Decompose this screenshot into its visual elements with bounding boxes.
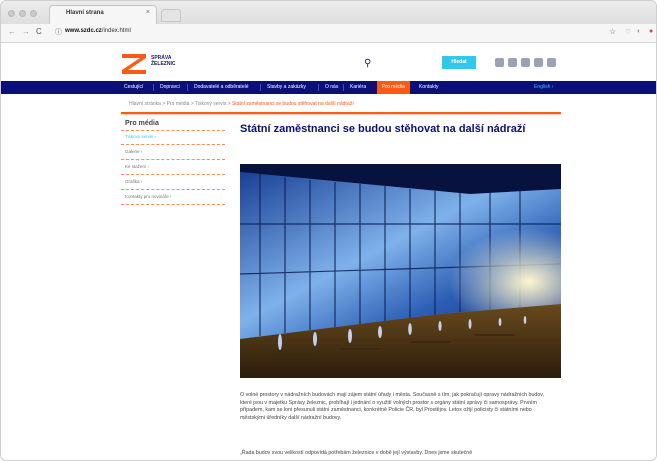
tab-title: Hlavní strana	[66, 10, 104, 16]
chevron-right-icon: ›	[147, 164, 150, 169]
youtube-icon[interactable]	[495, 58, 504, 67]
search-icon: ⚲	[364, 58, 372, 69]
instagram-icon[interactable]	[521, 58, 530, 67]
address-bar[interactable]: ⓘ www.szdc.cz/index.html	[55, 27, 615, 38]
sidebar-item-label: Galerie	[125, 149, 140, 154]
linkedin-square-icon[interactable]	[547, 58, 556, 67]
sidebar-item-label: Tiskový servis	[125, 134, 154, 139]
language-english-link[interactable]: English ›	[534, 81, 553, 94]
new-tab-button[interactable]	[161, 9, 181, 22]
sidebar-item-ke-stazeni[interactable]: Ke stažení ›	[125, 164, 149, 169]
linkedin-icon[interactable]	[534, 58, 543, 67]
breadcrumb-current: Státní zaměstnanci se budou stěhovat na …	[231, 101, 354, 107]
bookmark-star-icon[interactable]: ☆	[609, 27, 616, 36]
reload-icon[interactable]: C	[36, 27, 42, 36]
breadcrumb-divider-light	[121, 114, 561, 115]
sidebar-divider	[121, 159, 225, 160]
extension-circle-icon[interactable]: ◐	[637, 28, 641, 35]
szdc-logo-icon[interactable]	[122, 54, 146, 74]
article-paragraph-2: „Řada budov svou velikostí odpovídá potř…	[240, 450, 473, 456]
search-button[interactable]: Hledat	[442, 56, 476, 69]
nav-separator	[343, 84, 344, 91]
sidebar-item-galerie[interactable]: Galerie ›	[125, 149, 142, 154]
info-icon[interactable]: ⓘ	[55, 27, 62, 37]
nav-separator	[153, 84, 154, 91]
sidebar-item-label: Ke stažení	[125, 164, 147, 169]
sidebar-title: Pro média	[125, 120, 159, 127]
chevron-right-icon: ›	[170, 194, 172, 199]
nav-item-dodavatele[interactable]: Dodavatelé a odběratelé	[194, 81, 249, 94]
sidebar-item-grafika[interactable]: Grafika ›	[125, 179, 142, 184]
nav-item-o-nas[interactable]: O nás	[325, 81, 338, 94]
minimize-window-dot[interactable]	[19, 10, 26, 17]
facebook-icon[interactable]	[508, 58, 517, 67]
search-input[interactable]	[377, 56, 441, 68]
nav-separator	[187, 84, 188, 91]
sidebar-divider	[121, 174, 225, 175]
forward-icon[interactable]: →	[22, 27, 30, 36]
nav-item-dopravci[interactable]: Dopravci	[160, 81, 180, 94]
logo-text: SPRÁVA ŽELEZNIC	[151, 55, 175, 67]
chevron-right-icon: ›	[140, 179, 143, 184]
browser-window: Hlavní strana × ← → C ⓘ www.szdc.cz/inde…	[0, 0, 657, 461]
sidebar-divider	[121, 204, 225, 205]
breadcrumb-path[interactable]: Hlavní stránka > Pro média > Tiskový ser…	[129, 101, 232, 107]
main-navigation: Cestující Dopravci Dodavatelé a odběrate…	[1, 81, 656, 94]
nav-item-cestujici[interactable]: Cestující	[124, 81, 143, 94]
sidebar-divider	[121, 130, 225, 131]
breadcrumb: Hlavní stránka > Pro média > Tiskový ser…	[129, 101, 354, 107]
nav-item-kariera[interactable]: Kariéra	[350, 81, 366, 94]
chevron-right-icon: ›	[154, 134, 156, 139]
sidebar-divider	[121, 189, 225, 190]
extension-pinterest-icon[interactable]: ●	[649, 28, 653, 35]
station-photo	[240, 164, 561, 378]
article-title: Státní zaměstnanci se budou stěhovat na …	[240, 123, 526, 135]
tab-close-icon[interactable]: ×	[146, 9, 150, 16]
logo-line-2: ŽELEZNIC	[151, 61, 176, 67]
nav-item-pro-media[interactable]: Pro média	[377, 81, 410, 94]
extension-heart-icon[interactable]: ♡	[625, 28, 631, 36]
sidebar-item-kontakty-pro-novinare[interactable]: Kontakty pro novináře ›	[125, 194, 172, 199]
sidebar-item-label: Grafika	[125, 179, 140, 184]
nav-item-kontakty[interactable]: Kontakty	[419, 81, 438, 94]
sidebar-divider	[121, 144, 225, 145]
nav-item-stavby[interactable]: Stavby a zakázky	[267, 81, 306, 94]
article-paragraph: O volné prostory v nádražních budovách m…	[240, 392, 545, 421]
tab-home[interactable]: Hlavní strana ×	[49, 5, 157, 24]
browser-toolbar: ← → C ⓘ www.szdc.cz/index.html	[1, 24, 656, 43]
nav-separator	[260, 84, 261, 91]
url-text: www.szdc.cz/index.html	[65, 28, 131, 34]
title-bar: Hlavní strana ×	[1, 1, 656, 25]
close-window-dot[interactable]	[8, 10, 15, 17]
back-icon[interactable]: ←	[8, 27, 16, 36]
sidebar-item-tiskovy-servis[interactable]: Tiskový servis ›	[125, 134, 156, 139]
zoom-window-dot[interactable]	[30, 10, 37, 17]
chevron-right-icon: ›	[140, 149, 143, 154]
nav-separator	[318, 84, 319, 91]
sidebar-item-label: Kontakty pro novináře	[125, 194, 169, 199]
